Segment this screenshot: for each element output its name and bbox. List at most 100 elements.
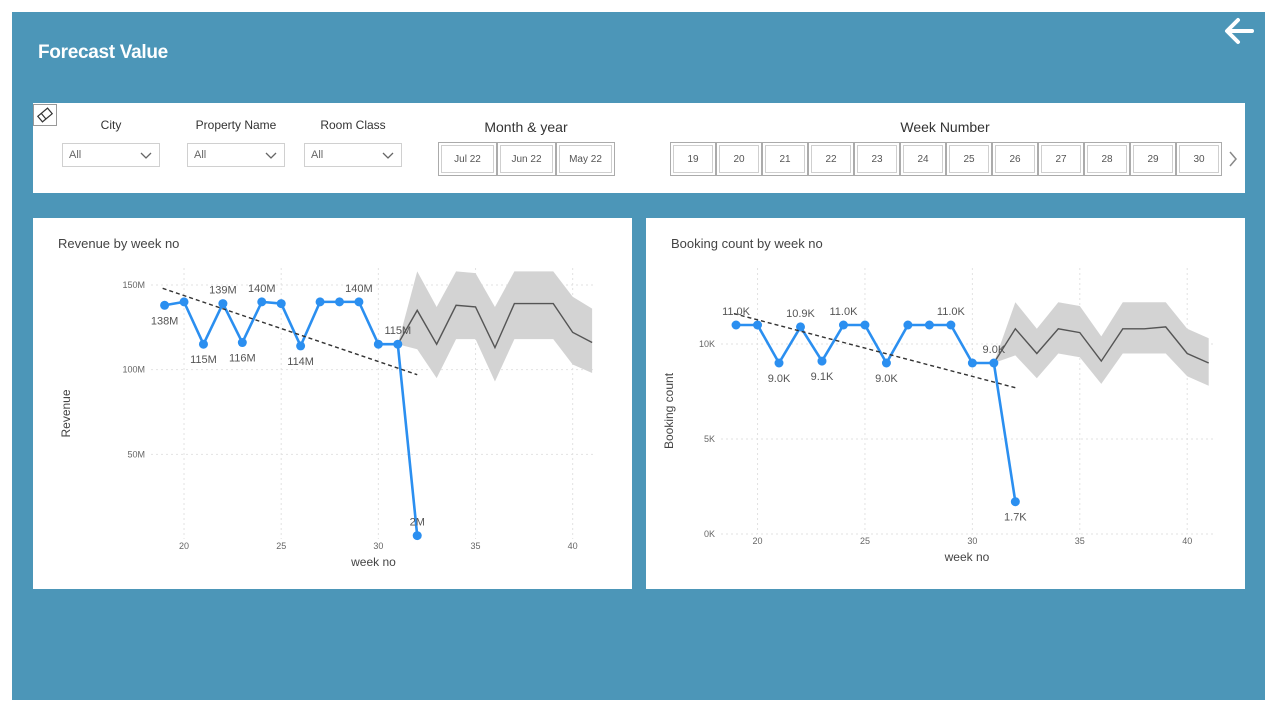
data-label: 9.0K	[983, 344, 1006, 356]
week-tile[interactable]: 23	[854, 142, 900, 176]
data-point	[393, 339, 403, 349]
chevron-down-icon	[265, 152, 277, 159]
city-dropdown-value: All	[69, 149, 82, 161]
arrow-left-icon[interactable]	[1222, 14, 1256, 48]
chevron-right-icon[interactable]	[1225, 147, 1241, 171]
data-point	[179, 297, 189, 307]
y-tick-label: 0K	[704, 529, 715, 539]
week-tile[interactable]: 22	[808, 142, 854, 176]
y-axis-title: Revenue	[59, 389, 73, 437]
week-tile[interactable]: 21	[762, 142, 808, 176]
data-point	[412, 531, 422, 541]
week-tile[interactable]: 25	[946, 142, 992, 176]
week-tile[interactable]: 29	[1130, 142, 1176, 176]
revenue-chart-card[interactable]: Revenue by week no 50M 100M 150M 20 25 30 35 40…	[33, 218, 632, 589]
data-point	[257, 297, 267, 307]
data-point	[753, 320, 763, 330]
y-axis-title: Booking count	[662, 372, 676, 449]
x-tick-label: 20	[179, 541, 189, 551]
week-tile[interactable]: 26	[992, 142, 1038, 176]
month-tile-label: Jun 22	[500, 145, 553, 173]
x-tick-label: 25	[276, 541, 286, 551]
data-point	[924, 320, 934, 330]
data-label: 140M	[248, 283, 276, 295]
data-point	[774, 358, 784, 368]
eraser-icon[interactable]	[33, 104, 57, 126]
week-tile-label: 22	[811, 145, 851, 173]
week-tile-label: 28	[1087, 145, 1127, 173]
data-label: 10.9K	[786, 308, 815, 320]
chevron-down-icon	[382, 152, 394, 159]
week-tile-label: 24	[903, 145, 943, 173]
x-tick-label: 30	[967, 536, 977, 546]
x-tick-label: 25	[860, 536, 870, 546]
x-tick-label: 40	[568, 541, 578, 551]
y-tick-label: 10K	[699, 339, 715, 349]
x-axis-title: week no	[944, 550, 990, 564]
property-dropdown[interactable]: All	[187, 143, 285, 167]
booking-chart-card[interactable]: Booking count by week no 0K 5K 10K 20 25 30 35…	[646, 218, 1245, 589]
month-tile[interactable]: Jun 22	[497, 142, 556, 176]
data-point	[731, 320, 741, 330]
property-dropdown-value: All	[194, 149, 207, 161]
data-point	[160, 300, 170, 310]
month-tile[interactable]: May 22	[556, 142, 615, 176]
city-dropdown[interactable]: All	[62, 143, 160, 167]
week-tile[interactable]: 19	[670, 142, 716, 176]
room-class-dropdown[interactable]: All	[304, 143, 402, 167]
revenue-chart: 50M 100M 150M 20 25 30 35 40 week no Revenue 138M 1…	[59, 268, 596, 569]
y-tick-label: 50M	[127, 449, 145, 459]
data-point	[276, 299, 286, 309]
data-point	[237, 338, 247, 348]
x-tick-label: 35	[471, 541, 481, 551]
data-point	[817, 356, 827, 366]
data-point	[198, 339, 208, 349]
week-tile-label: 27	[1041, 145, 1081, 173]
week-tile-label: 30	[1179, 145, 1219, 173]
room-class-dropdown-value: All	[311, 149, 324, 161]
data-label: 114M	[287, 356, 314, 368]
x-tick-label: 30	[373, 541, 383, 551]
data-label: 116M	[229, 353, 256, 365]
data-point	[881, 358, 891, 368]
week-tile[interactable]: 24	[900, 142, 946, 176]
week-tile[interactable]: 27	[1038, 142, 1084, 176]
month-tile[interactable]: Jul 22	[438, 142, 497, 176]
week-tile-label: 25	[949, 145, 989, 173]
actual-line	[736, 323, 1017, 502]
x-axis-title: week no	[350, 555, 396, 569]
actual-line	[164, 300, 419, 536]
week-tile[interactable]: 30	[1176, 142, 1222, 176]
data-label: 11.0K	[829, 306, 858, 318]
data-label: 9.1K	[811, 371, 834, 383]
week-number-label: Week Number	[900, 119, 990, 135]
data-point	[296, 341, 306, 351]
week-tile-label: 29	[1133, 145, 1173, 173]
data-point	[989, 358, 999, 368]
data-point	[1010, 497, 1020, 507]
data-label: 11.0K	[937, 306, 966, 318]
y-tick-label: 150M	[122, 280, 145, 290]
week-tile-label: 26	[995, 145, 1035, 173]
data-label: 138M	[151, 315, 179, 327]
booking-count-chart: 0K 5K 10K 20 25 30 35 40 week no Booking count 11.…	[662, 268, 1213, 564]
x-tick-label: 40	[1182, 536, 1192, 546]
data-point	[373, 339, 383, 349]
week-tile-label: 23	[857, 145, 897, 173]
page-title: Forecast Value	[38, 42, 168, 63]
data-point	[903, 320, 913, 330]
week-tile-label: 21	[765, 145, 805, 173]
week-tile[interactable]: 20	[716, 142, 762, 176]
month-tile-label: May 22	[559, 145, 612, 173]
x-tick-label: 20	[753, 536, 763, 546]
data-point	[218, 299, 228, 309]
y-tick-label: 5K	[704, 434, 715, 444]
week-tile[interactable]: 28	[1084, 142, 1130, 176]
data-point	[860, 320, 870, 330]
data-point	[946, 320, 956, 330]
data-point	[967, 358, 977, 368]
city-filter-label: City	[100, 118, 122, 132]
week-tile-label: 19	[673, 145, 713, 173]
data-point	[354, 297, 364, 307]
room-class-filter-label: Room Class	[320, 118, 386, 132]
